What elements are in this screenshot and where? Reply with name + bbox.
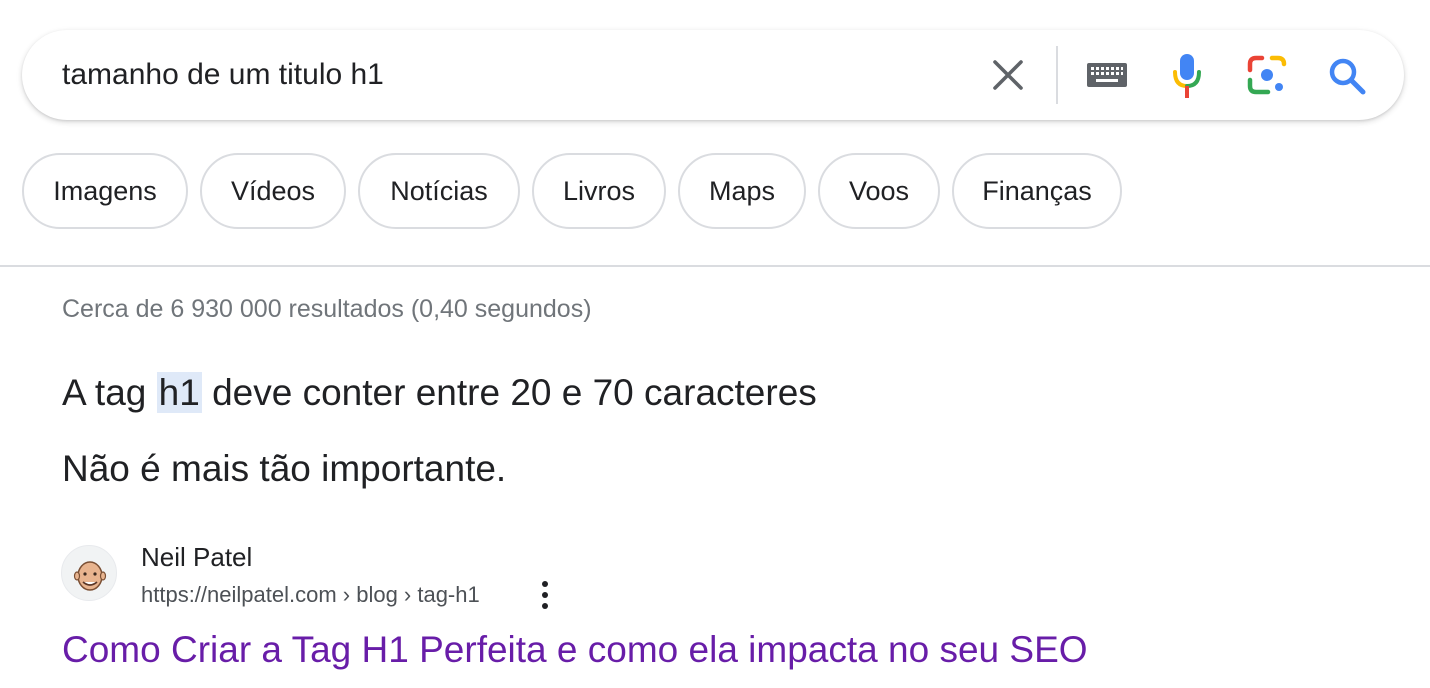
featured-answer-suffix: deve conter entre 20 e 70 caracteres bbox=[201, 372, 817, 413]
chip-maps[interactable]: Maps bbox=[678, 153, 806, 229]
featured-answer-prefix: A tag bbox=[62, 372, 157, 413]
search-query-text[interactable]: tamanho de um titulo h1 bbox=[62, 56, 384, 94]
chip-voos[interactable]: Voos bbox=[818, 153, 940, 229]
site-favicon[interactable] bbox=[61, 545, 117, 601]
chip-livros[interactable]: Livros bbox=[532, 153, 666, 229]
clear-search-button[interactable] bbox=[990, 57, 1026, 93]
virtual-keyboard-button[interactable] bbox=[1086, 60, 1128, 90]
featured-answer-subheading: Não é mais tão importante. bbox=[62, 448, 507, 489]
result-url[interactable]: https://neilpatel.com › blog › tag-h1 bbox=[141, 580, 480, 610]
voice-search-button[interactable] bbox=[1172, 52, 1202, 100]
google-lens-icon bbox=[1247, 55, 1287, 95]
chip-videos[interactable]: Vídeos bbox=[200, 153, 346, 229]
featured-answer-heading: A tag h1 deve conter entre 20 e 70 carac… bbox=[62, 370, 817, 416]
featured-answer-highlight: h1 bbox=[156, 372, 202, 413]
chip-financas[interactable]: Finanças bbox=[952, 153, 1122, 229]
avatar-icon bbox=[73, 561, 107, 591]
keyboard-icon bbox=[1087, 63, 1127, 87]
search-button[interactable] bbox=[1326, 55, 1368, 97]
result-options-button[interactable] bbox=[530, 578, 560, 612]
google-lens-button[interactable] bbox=[1246, 54, 1288, 96]
result-site-name[interactable]: Neil Patel bbox=[141, 540, 252, 574]
result-title-link[interactable]: Como Criar a Tag H1 Perfeita e como ela … bbox=[62, 626, 1088, 674]
search-box[interactable]: tamanho de um titulo h1 bbox=[22, 30, 1404, 120]
chip-noticias[interactable]: Notícias bbox=[358, 153, 520, 229]
close-icon bbox=[993, 60, 1023, 90]
result-stats: Cerca de 6 930 000 resultados (0,40 segu… bbox=[62, 295, 592, 323]
chip-imagens[interactable]: Imagens bbox=[22, 153, 188, 229]
header-divider bbox=[0, 265, 1430, 267]
microphone-icon bbox=[1173, 54, 1201, 98]
search-box-divider bbox=[1056, 46, 1058, 104]
search-icon bbox=[1329, 58, 1366, 95]
more-vert-icon bbox=[542, 581, 548, 609]
